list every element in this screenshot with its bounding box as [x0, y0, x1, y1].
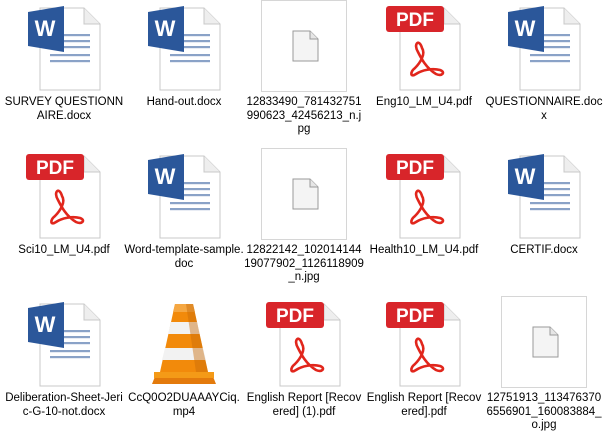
file-name-label: CcQ0O2DUAAAYCiq.mp4: [128, 392, 240, 418]
svg-text:W: W: [515, 16, 536, 41]
image-thumbnail: [261, 148, 347, 240]
file-icon-box: W: [142, 2, 226, 92]
pdf-icon: PDF: [386, 302, 461, 387]
file-icon-box: [261, 0, 347, 92]
file-icon-box: [501, 296, 587, 388]
file-name-label: CERTIF.docx: [510, 244, 578, 256]
file-item[interactable]: PDF Sci10_LM_U4.pdf: [4, 148, 124, 296]
svg-text:W: W: [35, 312, 56, 337]
file-item[interactable]: PDF Eng10_LM_U4.pdf: [364, 0, 484, 148]
file-icon-box: PDF: [382, 150, 466, 240]
file-icon-box: PDF: [382, 298, 466, 388]
file-name-label: Hand-out.docx: [146, 96, 222, 108]
file-name-label: SURVEY QUESTIONNAIRE.docx: [4, 96, 124, 122]
file-icon-box: W: [22, 2, 106, 92]
pdf-icon: PDF: [266, 302, 341, 387]
file-item[interactable]: W Deliberation-Sheet-Jeric-G-10-not.docx: [4, 296, 124, 444]
pdf-icon: PDF: [386, 6, 461, 91]
vlc-cone-icon: [152, 304, 216, 384]
file-item[interactable]: CcQ0O2DUAAAYCiq.mp4: [124, 296, 244, 444]
svg-text:PDF: PDF: [396, 306, 434, 327]
file-icon-box: W: [142, 150, 226, 240]
word-doc-icon: W: [28, 302, 101, 387]
file-name-label: QUESTIONNAIRE.docx: [485, 96, 603, 122]
file-item[interactable]: PDF English Report [Recovered].pdf: [364, 296, 484, 444]
file-item[interactable]: 12822142_10201414419077902_1126118909_n.…: [244, 148, 364, 296]
word-doc-icon: W: [148, 6, 221, 91]
svg-text:PDF: PDF: [36, 158, 74, 179]
file-icon-box: W: [502, 2, 586, 92]
image-thumbnail: [261, 0, 347, 92]
file-icon-box: W: [502, 150, 586, 240]
file-item[interactable]: W CERTIF.docx: [484, 148, 604, 296]
svg-text:W: W: [35, 16, 56, 41]
file-item[interactable]: PDF English Report [Recovered] (1).pdf: [244, 296, 364, 444]
file-name-label: 12833490_781432751990623_42456213_n.jpg: [246, 96, 362, 135]
blank-image-icon: [532, 326, 559, 358]
image-thumbnail: [501, 296, 587, 388]
svg-text:W: W: [515, 164, 536, 189]
blank-image-icon: [292, 30, 319, 62]
file-name-label: Deliberation-Sheet-Jeric-G-10-not.docx: [5, 392, 123, 418]
blank-image-icon: [292, 178, 319, 210]
file-item[interactable]: 12751913_1134763706556901_160083884_o.jp…: [484, 296, 604, 444]
file-item[interactable]: PDF Health10_LM_U4.pdf: [364, 148, 484, 296]
file-name-label: Sci10_LM_U4.pdf: [18, 244, 110, 256]
file-icon-box: [142, 298, 226, 388]
file-item[interactable]: 12833490_781432751990623_42456213_n.jpg: [244, 0, 364, 148]
word-doc-icon: W: [508, 6, 581, 91]
file-name-label: Health10_LM_U4.pdf: [369, 244, 479, 256]
svg-text:PDF: PDF: [396, 158, 434, 179]
file-icon-box: [261, 148, 347, 240]
svg-text:W: W: [155, 16, 176, 41]
file-icon-box: PDF: [382, 2, 466, 92]
file-grid: W SURVEY QUESTIONNAIRE.docx W Hand-out.d…: [0, 0, 616, 446]
file-icon-box: PDF: [22, 150, 106, 240]
file-item[interactable]: W Word-template-sample.doc: [124, 148, 244, 296]
file-name-label: Word-template-sample.doc: [124, 244, 244, 270]
file-icon-box: W: [22, 298, 106, 388]
word-doc-icon: W: [508, 154, 581, 239]
word-doc-icon: W: [28, 6, 101, 91]
file-icon-box: PDF: [262, 298, 346, 388]
pdf-icon: PDF: [386, 154, 461, 239]
svg-text:W: W: [155, 164, 176, 189]
pdf-icon: PDF: [26, 154, 101, 239]
file-name-label: English Report [Recovered].pdf: [366, 392, 482, 418]
file-item[interactable]: W Hand-out.docx: [124, 0, 244, 148]
file-name-label: 12751913_1134763706556901_160083884_o.jp…: [486, 392, 602, 431]
svg-text:PDF: PDF: [276, 306, 314, 327]
word-doc-icon: W: [148, 154, 221, 239]
svg-text:PDF: PDF: [396, 10, 434, 31]
file-name-label: Eng10_LM_U4.pdf: [376, 96, 472, 108]
file-item[interactable]: W SURVEY QUESTIONNAIRE.docx: [4, 0, 124, 148]
file-item[interactable]: W QUESTIONNAIRE.docx: [484, 0, 604, 148]
file-name-label: English Report [Recovered] (1).pdf: [246, 392, 362, 418]
file-name-label: 12822142_10201414419077902_1126118909_n.…: [244, 244, 364, 283]
